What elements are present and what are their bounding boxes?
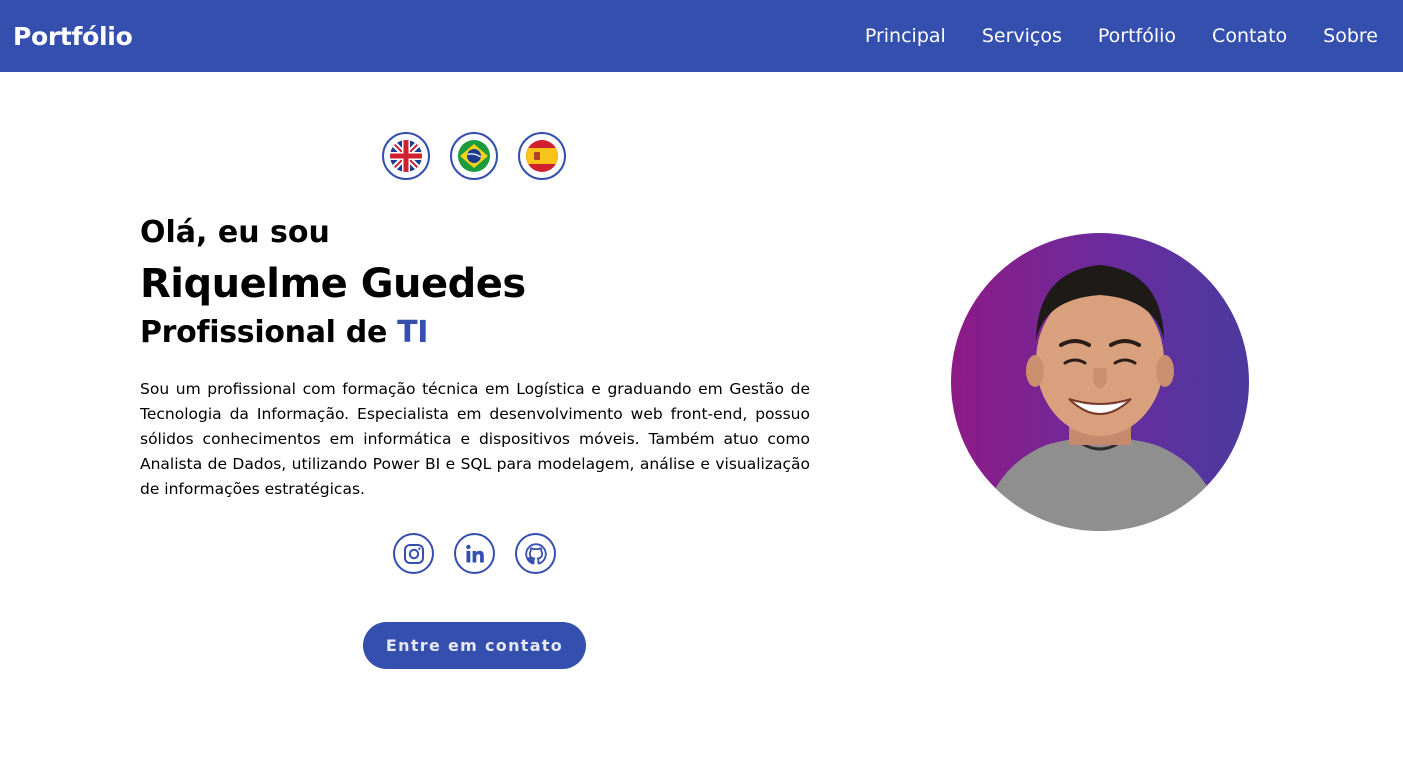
brazil-flag-icon	[458, 140, 490, 172]
nav-link-servicos[interactable]: Serviços	[982, 25, 1062, 47]
profile-photo	[951, 233, 1249, 531]
person-name: Riquelme Guedes	[140, 261, 526, 307]
github-icon	[524, 542, 547, 564]
main-nav: Principal Serviços Portfólio Contato Sob…	[829, 25, 1378, 47]
language-portuguese-button[interactable]	[450, 132, 498, 180]
spain-flag-icon	[526, 140, 558, 172]
language-english-button[interactable]	[382, 132, 430, 180]
nav-link-sobre[interactable]: Sobre	[1323, 25, 1378, 47]
nav-link-portfolio[interactable]: Portfólio	[1098, 25, 1176, 47]
nav-link-contato[interactable]: Contato	[1212, 25, 1287, 47]
greeting-text: Olá, eu sou	[140, 215, 330, 250]
language-spanish-button[interactable]	[518, 132, 566, 180]
role-accent: TI	[397, 315, 429, 350]
top-navbar: Portfólio Principal Serviços Portfólio C…	[0, 0, 1403, 72]
github-link[interactable]	[515, 533, 556, 574]
site-logo[interactable]: Portfólio	[13, 22, 133, 51]
bio-paragraph: Sou um profissional com formação técnica…	[140, 380, 810, 498]
linkedin-icon	[465, 544, 484, 562]
role-title: Profissional de TI	[140, 311, 810, 355]
role-prefix: Profissional de	[140, 315, 398, 350]
instagram-icon	[403, 543, 424, 564]
linkedin-link[interactable]	[454, 533, 495, 574]
profile-portrait	[981, 265, 1223, 531]
social-links	[393, 533, 576, 574]
contact-button[interactable]: Entre em contato	[363, 622, 586, 669]
uk-flag-icon	[390, 140, 422, 172]
nav-link-principal[interactable]: Principal	[865, 25, 946, 47]
language-switcher	[382, 132, 586, 180]
instagram-link[interactable]	[393, 533, 434, 574]
hero-intro: Olá, eu sou Riquelme Guedes Profissional…	[140, 213, 810, 502]
